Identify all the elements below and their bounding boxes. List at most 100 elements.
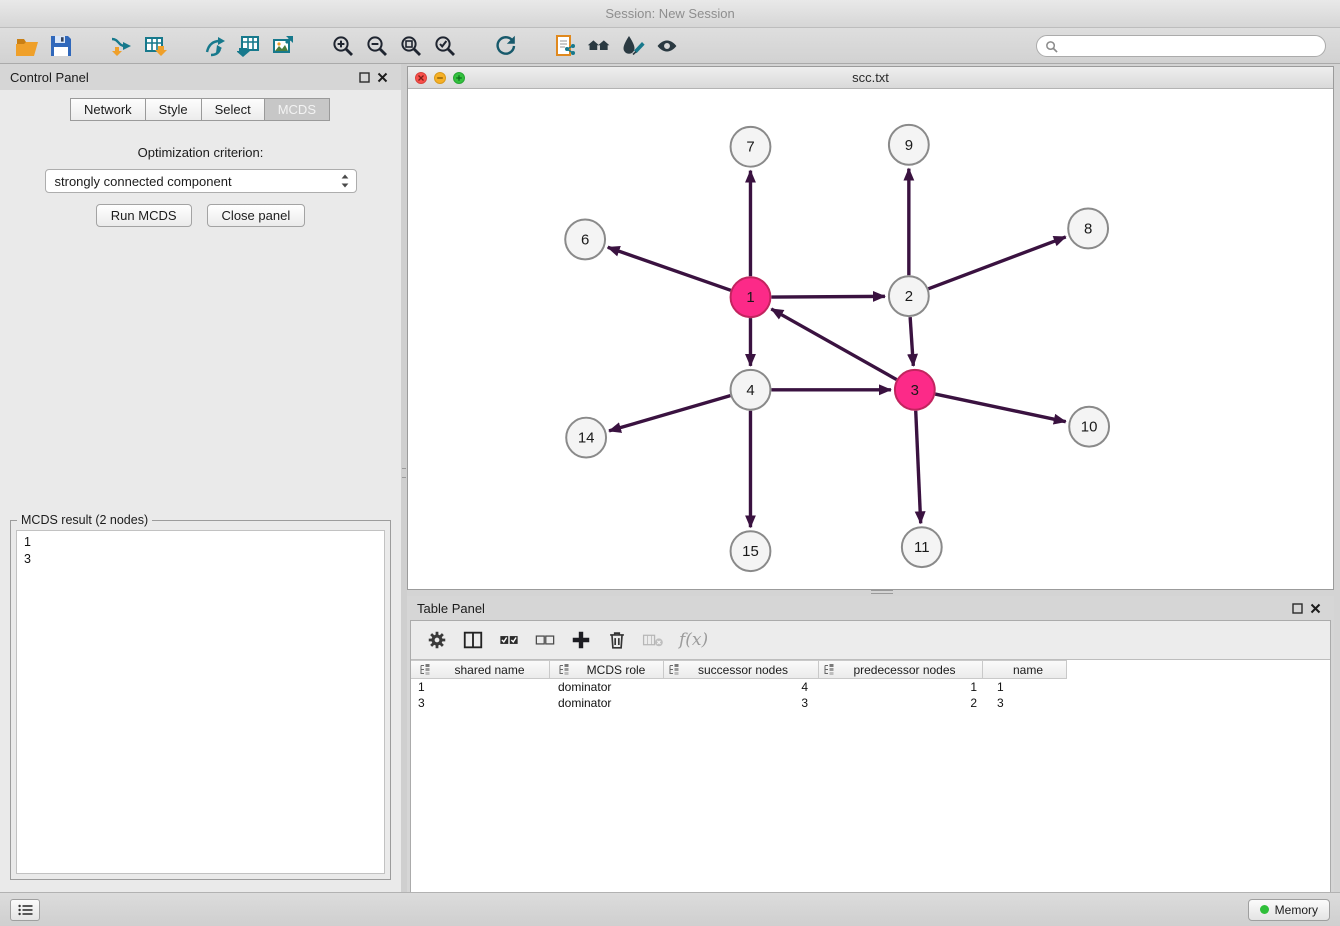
graph-node-3[interactable]: 3	[895, 370, 935, 410]
table-settings-button[interactable]	[421, 626, 453, 654]
apply-style-button[interactable]	[616, 31, 650, 61]
edge-3-1[interactable]	[771, 309, 896, 380]
gear-icon	[426, 629, 448, 651]
float-panel-button[interactable]	[355, 68, 373, 86]
refresh-view-button[interactable]	[488, 31, 522, 61]
save-session-button[interactable]	[44, 31, 78, 61]
window-titlebar[interactable]: Session: New Session	[0, 0, 1340, 28]
cell-mcds-role[interactable]: dominator	[551, 696, 666, 710]
show-columns-button[interactable]	[457, 626, 489, 654]
cell-name[interactable]: 1	[987, 680, 1072, 694]
task-history-button[interactable]	[10, 899, 40, 921]
mcds-result-list[interactable]: 1 3	[16, 530, 385, 874]
float-table-panel-button[interactable]	[1288, 599, 1306, 617]
cell-predecessor-nodes[interactable]: 1	[822, 680, 987, 694]
mcds-result-title: MCDS result (2 nodes)	[17, 513, 152, 527]
close-window-button[interactable]	[415, 72, 427, 84]
edge-4-14[interactable]	[609, 396, 730, 431]
select-all-columns-button[interactable]	[493, 626, 525, 654]
edge-1-2[interactable]	[771, 296, 885, 297]
zoom-in-button[interactable]	[326, 31, 360, 61]
unchecked-boxes-icon	[534, 629, 556, 651]
show-graphics-details-button[interactable]	[650, 31, 684, 61]
close-panel-pushbutton[interactable]: Close panel	[207, 204, 306, 227]
minimize-window-button[interactable]	[434, 72, 446, 84]
graph-node-6[interactable]: 6	[565, 219, 605, 259]
create-column-button[interactable]	[565, 626, 597, 654]
network-from-clipboard-button[interactable]	[548, 31, 582, 61]
mcds-result-groupbox: MCDS result (2 nodes) 1 3	[10, 520, 391, 880]
network-window-titlebar[interactable]: scc.txt	[408, 67, 1333, 89]
tab-mcds[interactable]: MCDS	[264, 98, 330, 121]
tab-style[interactable]: Style	[145, 98, 202, 121]
close-table-panel-button[interactable]	[1306, 599, 1324, 617]
export-image-icon	[271, 34, 295, 58]
search-field[interactable]	[1036, 35, 1326, 57]
import-table-file-button[interactable]	[138, 31, 172, 61]
tab-network[interactable]: Network	[70, 98, 146, 121]
cell-shared-name[interactable]: 1	[411, 680, 551, 694]
graph-node-8[interactable]: 8	[1068, 209, 1108, 249]
close-icon	[1310, 603, 1321, 614]
control-panel-body: Network Style Select MCDS Optimization c…	[0, 90, 401, 892]
tab-select[interactable]: Select	[201, 98, 265, 121]
horizontal-splitter-grip[interactable]	[871, 590, 893, 594]
home-icon	[587, 34, 611, 58]
new-table-button[interactable]	[232, 31, 266, 61]
graph-node-2[interactable]: 2	[889, 276, 929, 316]
main-toolbar	[0, 28, 1340, 64]
zoom-selected-button[interactable]	[428, 31, 462, 61]
criterion-dropdown[interactable]: strongly connected component	[45, 169, 357, 193]
graph-node-15[interactable]: 15	[731, 531, 771, 571]
table-row[interactable]: 3 dominator 3 2 3	[411, 695, 1330, 711]
cell-name[interactable]: 3	[987, 696, 1072, 710]
zoom-out-button[interactable]	[360, 31, 394, 61]
table-panel: Table Panel	[407, 596, 1334, 920]
import-network-file-button[interactable]	[104, 31, 138, 61]
close-panel-button[interactable]	[373, 68, 391, 86]
graph-node-14[interactable]: 14	[566, 418, 606, 458]
graph-node-9[interactable]: 9	[889, 125, 929, 165]
home-view-button[interactable]	[582, 31, 616, 61]
column-header-shared-name[interactable]: shared name	[411, 660, 550, 679]
dropdown-arrows-icon	[338, 173, 352, 189]
graph-node-10[interactable]: 10	[1069, 407, 1109, 447]
graph-node-7[interactable]: 7	[731, 127, 771, 167]
edge-3-11[interactable]	[916, 411, 921, 524]
unselect-all-columns-button[interactable]	[529, 626, 561, 654]
new-network-button[interactable]	[198, 31, 232, 61]
column-header-name[interactable]: name	[982, 660, 1067, 679]
column-header-successor-nodes[interactable]: successor nodes	[663, 660, 819, 679]
graph-node-1[interactable]: 1	[731, 277, 771, 317]
edge-3-10[interactable]	[935, 394, 1065, 422]
delete-column-button[interactable]	[601, 626, 633, 654]
cell-successor-nodes[interactable]: 4	[666, 680, 822, 694]
open-folder-icon	[15, 34, 39, 58]
cell-predecessor-nodes[interactable]: 2	[822, 696, 987, 710]
function-builder-button[interactable]: f(x)	[673, 630, 714, 650]
zoom-fit-icon	[399, 34, 423, 58]
edge-1-6[interactable]	[608, 247, 731, 290]
checked-boxes-icon	[498, 629, 520, 651]
zoom-fit-button[interactable]	[394, 31, 428, 61]
zoom-window-button[interactable]	[453, 72, 465, 84]
table-header-row: shared name MCDS role	[411, 660, 1330, 679]
column-header-predecessor-nodes[interactable]: predecessor nodes	[818, 660, 983, 679]
edge-2-8[interactable]	[928, 237, 1065, 289]
open-file-button[interactable]	[10, 31, 44, 61]
graph-node-11[interactable]: 11	[902, 527, 942, 567]
graph-node-4[interactable]: 4	[731, 370, 771, 410]
edge-2-3[interactable]	[910, 317, 913, 366]
search-input[interactable]	[1063, 39, 1317, 53]
memory-button[interactable]: Memory	[1248, 899, 1330, 921]
cell-shared-name[interactable]: 3	[411, 696, 551, 710]
column-header-mcds-role[interactable]: MCDS role	[549, 660, 664, 679]
cell-successor-nodes[interactable]: 3	[666, 696, 822, 710]
run-mcds-button[interactable]: Run MCDS	[96, 204, 192, 227]
delete-table-button[interactable]	[637, 626, 669, 654]
cell-mcds-role[interactable]: dominator	[551, 680, 666, 694]
network-canvas[interactable]: 7 9 6 8 1 2 4 3 14 10 15 11	[408, 89, 1333, 589]
network-graph[interactable]: 7 9 6 8 1 2 4 3 14 10 15 11	[408, 89, 1333, 589]
export-image-button[interactable]	[266, 31, 300, 61]
table-row[interactable]: 1 dominator 4 1 1	[411, 679, 1330, 695]
